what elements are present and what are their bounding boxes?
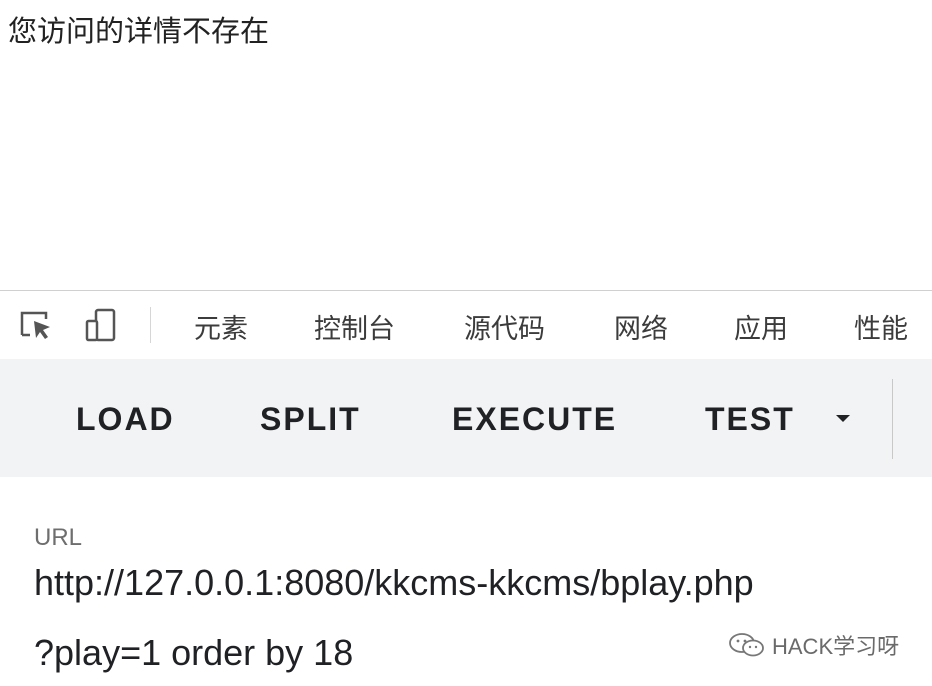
devtools-tab-bar: 元素 控制台 源代码 网络 应用 性能	[0, 290, 932, 360]
element-picker-icon[interactable]	[16, 305, 56, 345]
split-button[interactable]: SPLIT	[260, 401, 361, 438]
test-button[interactable]: TEST	[705, 401, 795, 438]
url-label: URL	[34, 524, 83, 551]
hackbar-toolbar: LOAD SPLIT EXECUTE TEST	[0, 359, 932, 477]
tab-console[interactable]: 控制台	[314, 307, 395, 346]
toolbar-divider	[892, 379, 893, 459]
url-field-line[interactable]: ?play=1 order by 18	[34, 632, 353, 674]
tab-application[interactable]: 应用	[734, 307, 788, 346]
watermark-text: HACK学习呀	[772, 634, 900, 659]
url-field-line[interactable]: http://127.0.0.1:8080/kkcms-kkcms/bplay.…	[34, 562, 754, 604]
watermark: HACK学习呀	[728, 630, 899, 660]
tab-performance[interactable]: 性能	[854, 307, 908, 346]
tab-network[interactable]: 网络	[614, 307, 668, 346]
tab-elements[interactable]: 元素	[194, 307, 248, 346]
tab-sources[interactable]: 源代码	[464, 307, 545, 346]
load-button[interactable]: LOAD	[76, 401, 175, 438]
wechat-icon	[729, 633, 764, 657]
device-toolbar-icon[interactable]	[82, 305, 122, 345]
chevron-down-icon[interactable]	[836, 415, 850, 422]
toolbar-divider	[150, 307, 151, 343]
page-message: 您访问的详情不存在	[8, 14, 270, 48]
execute-button[interactable]: EXECUTE	[452, 401, 617, 438]
